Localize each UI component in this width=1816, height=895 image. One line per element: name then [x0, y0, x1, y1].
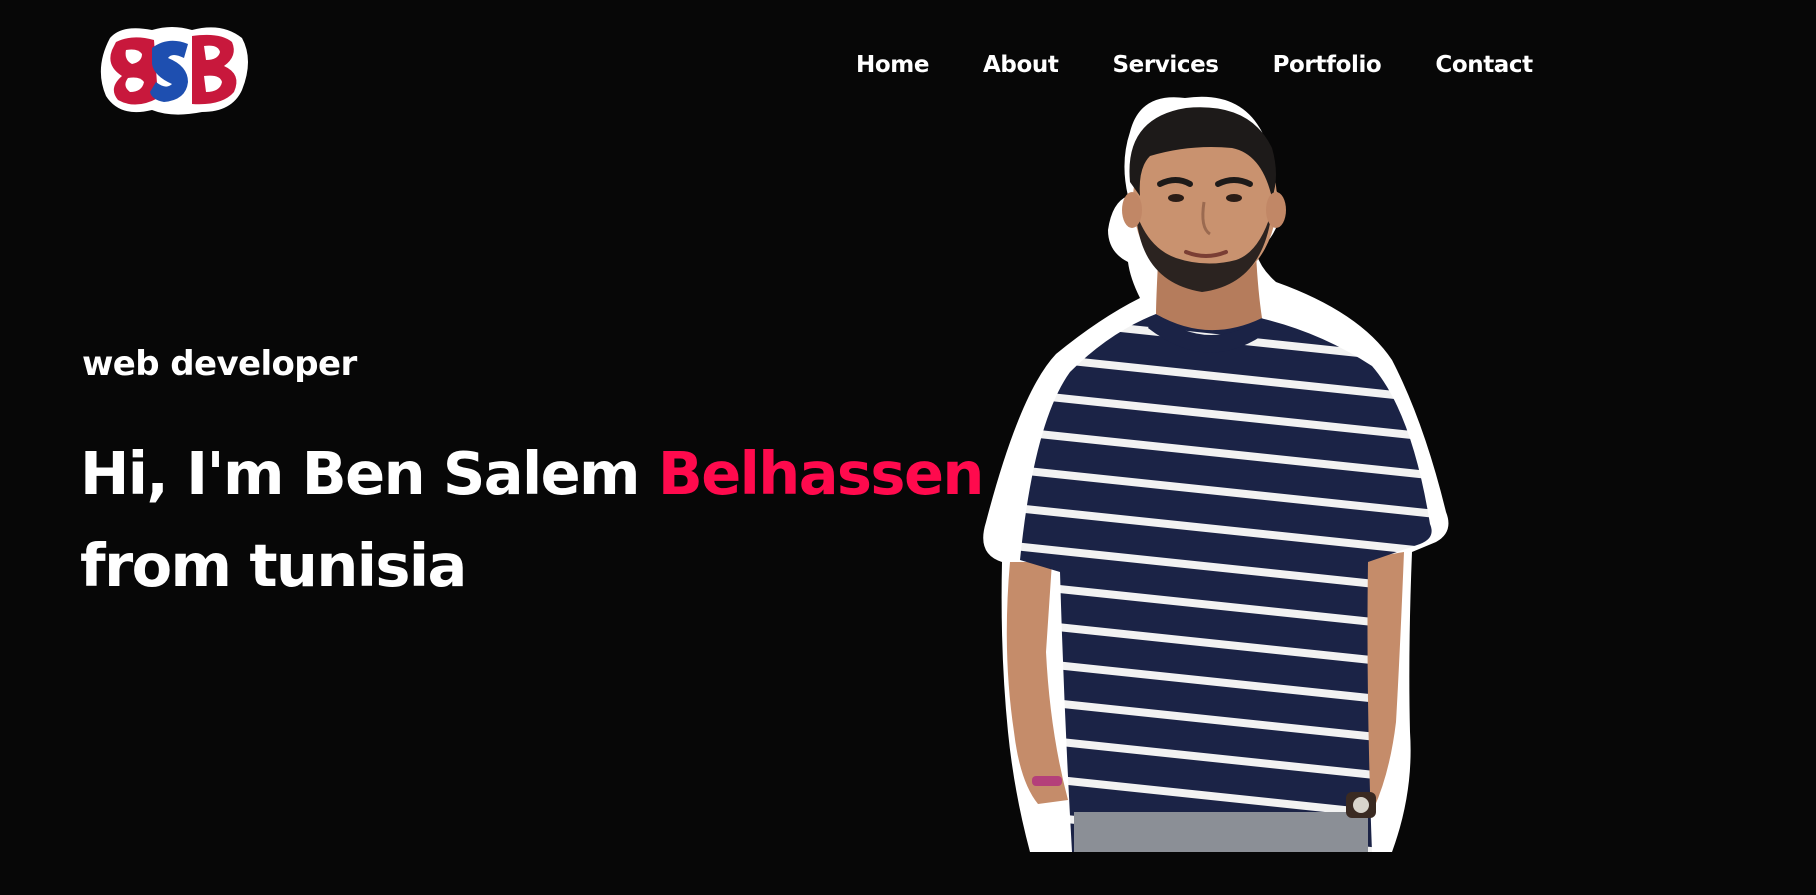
headline-prefix: Hi, I'm Ben Salem	[80, 439, 658, 508]
person-portrait-icon	[983, 96, 1449, 853]
headline-line-2: from tunisia	[80, 531, 467, 600]
hero-subtitle: web developer	[82, 344, 357, 384]
nav-services[interactable]: Services	[1112, 52, 1219, 78]
main-nav: Home About Services Portfolio Contact	[856, 52, 1533, 78]
headline-line-1: Hi, I'm Ben Salem Belhassen	[80, 428, 984, 520]
nav-portfolio[interactable]: Portfolio	[1273, 52, 1382, 78]
headline-accent-name: Belhassen	[657, 439, 984, 508]
hero-headline: Hi, I'm Ben Salem Belhassen from tunisia	[80, 428, 984, 612]
nav-home[interactable]: Home	[856, 52, 929, 78]
logo-icon	[100, 27, 248, 115]
hero-portrait	[980, 92, 1500, 864]
nav-contact[interactable]: Contact	[1435, 52, 1533, 78]
nav-about[interactable]: About	[983, 52, 1059, 78]
logo[interactable]	[92, 20, 254, 120]
page: Home About Services Portfolio Contact we…	[0, 0, 1816, 895]
